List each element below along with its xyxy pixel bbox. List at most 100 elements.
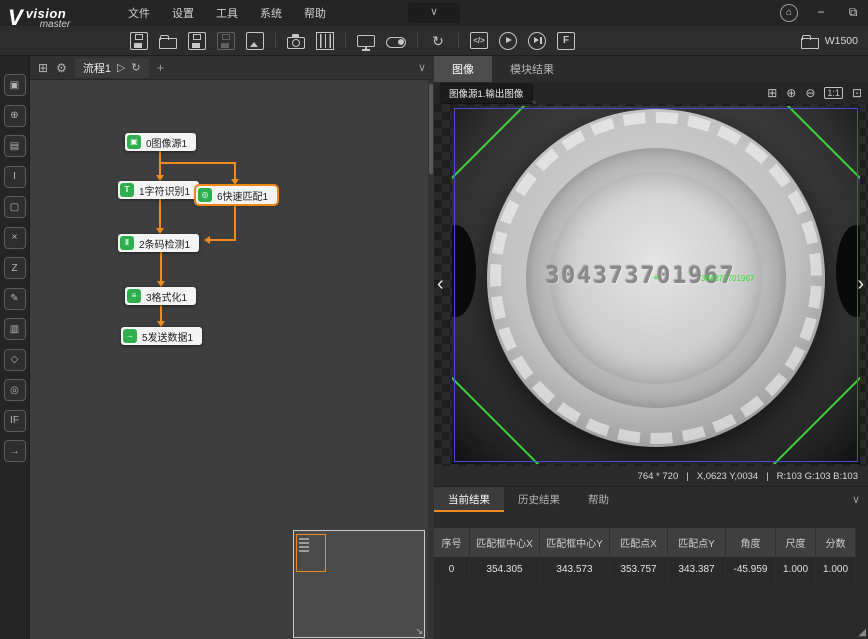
inspection-image: 304373701967 304373701967 + <box>452 106 860 464</box>
node-fast-match[interactable]: ◎ 6快速匹配1 <box>196 186 277 204</box>
workspace-indicator[interactable]: W1500 <box>801 26 858 56</box>
edge-format-to-send <box>160 305 162 321</box>
minimap-viewport[interactable] <box>296 534 326 572</box>
display-icon[interactable] <box>357 35 375 47</box>
image-size: 764 * 720 <box>638 471 679 482</box>
wrench-icon[interactable]: ⚙ <box>56 61 67 75</box>
image-processing-tool-icon[interactable]: ▤ <box>4 135 26 157</box>
image-source-select[interactable]: 图像源1.输出图像 <box>440 83 532 103</box>
code-view-icon[interactable]: </> <box>470 32 488 49</box>
tab-image[interactable]: 图像 <box>434 56 492 82</box>
col-match-point-x: 匹配点X <box>610 528 668 557</box>
save-icon[interactable] <box>130 32 148 50</box>
minimap[interactable]: ↘ <box>293 530 425 638</box>
zoom-in-icon[interactable]: ⊕ <box>786 86 796 100</box>
table-row[interactable]: 0 354.305 343.573 353.757 343.387 -45.95… <box>434 557 868 582</box>
status-separator: | <box>766 471 768 482</box>
deep-learning-tool-icon[interactable]: ◎ <box>4 379 26 401</box>
hierarchy-icon[interactable]: ⊞ <box>38 61 48 75</box>
camera-source-tool-icon[interactable]: ▣ <box>4 74 26 96</box>
minimap-node <box>299 550 309 552</box>
fullscreen-icon[interactable]: ⊡ <box>852 86 862 100</box>
tab-help[interactable]: 帮助 <box>574 487 623 512</box>
run-once-icon[interactable] <box>499 32 517 50</box>
save-as-icon[interactable] <box>188 32 206 50</box>
global-refresh-icon[interactable]: ↻ <box>429 32 447 50</box>
flow-scrollbar-thumb[interactable] <box>429 84 433 174</box>
flow-tab[interactable]: 流程1 ▷ ↻ <box>75 58 149 78</box>
col-index: 序号 <box>434 528 470 557</box>
edge-match-down <box>234 204 236 241</box>
flow-canvas[interactable]: ▣ 0图像源1 T 1字符识别1 ◎ 6快速匹配1 ‖ 2条码检测1 ≡ 3格式… <box>30 80 434 639</box>
image-viewer[interactable]: 304373701967 304373701967 + ‹ › <box>434 104 868 466</box>
logic-tool-icon[interactable]: ◇ <box>4 349 26 371</box>
measurement-tool-icon[interactable]: I <box>4 166 26 188</box>
titlebar-collapse-button[interactable]: ∨ <box>408 3 460 23</box>
run-continuous-icon[interactable] <box>528 32 546 50</box>
node-char-recognition[interactable]: T 1字符识别1 <box>118 181 199 199</box>
logo-v-icon: V <box>8 5 23 31</box>
open-folder-icon[interactable] <box>159 38 177 49</box>
add-flow-tab-icon[interactable]: + <box>157 60 165 75</box>
node-send-data[interactable]: → 5发送数据1 <box>121 327 202 345</box>
tab-history-result[interactable]: 历史结果 <box>504 487 574 512</box>
calibration-tool-icon[interactable]: ▥ <box>4 318 26 340</box>
toggle-icon[interactable] <box>386 37 406 48</box>
defect-detect-tool-icon[interactable]: × <box>4 227 26 249</box>
node-barcode-detect[interactable]: ‖ 2条码检测1 <box>118 234 199 252</box>
menu-file[interactable]: 文件 <box>128 5 150 21</box>
node-format[interactable]: ≡ 3格式化1 <box>125 287 196 305</box>
fit-icon[interactable]: ⊞ <box>767 86 777 100</box>
image-source-icon: ▣ <box>127 135 141 149</box>
tool-rail: ▣ ⊕ ▤ I ▢ × Z ✎ ▥ ◇ ◎ IF → <box>0 56 30 639</box>
camera-source-glyph: ▣ <box>10 80 19 91</box>
next-image-icon[interactable]: › <box>857 274 864 294</box>
node-image-source[interactable]: ▣ 0图像源1 <box>125 133 196 151</box>
logo-line1: vision <box>26 7 71 20</box>
result-collapse-icon[interactable]: ∨ <box>852 487 868 512</box>
recognition-tool-icon[interactable]: Z <box>4 257 26 279</box>
minimize-icon[interactable]: − <box>812 4 830 22</box>
camera-icon[interactable] <box>287 37 305 49</box>
fast-match-icon: ◎ <box>198 188 212 202</box>
table-view-icon[interactable] <box>316 32 334 50</box>
menu-help[interactable]: 帮助 <box>304 5 326 21</box>
edge-match-to-detect <box>210 239 236 241</box>
home-icon[interactable]: ⌂ <box>780 4 798 22</box>
logic-glyph: ◇ <box>11 354 19 365</box>
run-flow-loop-icon[interactable]: ↻ <box>131 61 140 74</box>
image-statusbar: 764 * 720 | X,0623 Y,0034 | R:103 G:103 … <box>434 466 868 486</box>
menu-tools[interactable]: 工具 <box>216 5 238 21</box>
flow-header-chevron-icon[interactable]: ∨ <box>418 61 426 74</box>
run-flow-once-icon[interactable]: ▷ <box>117 61 125 74</box>
visionmaster-logo: V vision master <box>8 2 118 34</box>
flow-header: ⊞ ⚙ 流程1 ▷ ↻ + ∨ <box>30 56 434 80</box>
actual-size-icon[interactable]: 1:1 <box>824 87 843 99</box>
col-match-center-x: 匹配框中心X <box>470 528 540 557</box>
calibration-glyph: ▥ <box>10 324 19 335</box>
workspace-label: W1500 <box>825 35 858 47</box>
save-all-icon[interactable] <box>217 32 235 50</box>
position-tool-icon[interactable]: ⊕ <box>4 105 26 127</box>
script-edit-tool-icon[interactable]: ✎ <box>4 288 26 310</box>
prev-image-icon[interactable]: ‹ <box>437 274 444 294</box>
cell-match-point-x: 353.757 <box>610 557 668 582</box>
minimap-node <box>299 546 309 548</box>
format-icon: ≡ <box>127 289 141 303</box>
frame-tool-icon[interactable]: ▢ <box>4 196 26 218</box>
communication-tool-icon[interactable]: → <box>4 440 26 462</box>
window-resize-grip-icon[interactable]: ◢ <box>858 627 866 638</box>
restore-icon[interactable]: ⧉ <box>844 4 862 22</box>
f-module-icon[interactable]: F <box>557 32 575 50</box>
zoom-out-icon[interactable]: ⊖ <box>805 86 815 100</box>
tab-current-result[interactable]: 当前结果 <box>434 487 504 512</box>
cell-match-center-y: 343.573 <box>540 557 610 582</box>
menu-settings[interactable]: 设置 <box>172 5 194 21</box>
snapshot-icon[interactable] <box>246 32 264 50</box>
node-label: 2条码检测1 <box>139 236 190 251</box>
tab-module-result[interactable]: 模块结果 <box>492 56 572 82</box>
menu-system[interactable]: 系统 <box>260 5 282 21</box>
edge-arrow <box>204 236 210 244</box>
if-branch-tool-icon[interactable]: IF <box>4 410 26 432</box>
edge-arrow <box>231 179 239 185</box>
